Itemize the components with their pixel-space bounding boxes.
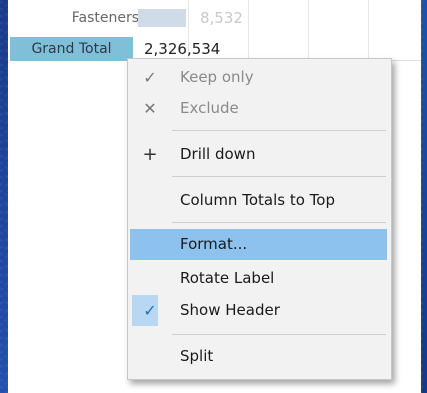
menu-item-split[interactable]: Split [130, 341, 387, 372]
menu-item-rotate-label[interactable]: Rotate Label [130, 263, 387, 294]
menu-item-drill-down[interactable]: + Drill down [130, 139, 387, 170]
context-menu: ✓ Keep only ✕ Exclude + Drill down Colum… [127, 58, 392, 380]
menu-item-column-totals-to-top[interactable]: Column Totals to Top [130, 185, 387, 216]
menu-separator [172, 334, 386, 335]
menu-item-keep-only[interactable]: ✓ Keep only [130, 62, 387, 93]
menu-item-label: Show Header [180, 301, 280, 319]
row-value-fasteners: 8,532 [200, 9, 243, 27]
menu-separator [172, 176, 386, 177]
menu-item-exclude[interactable]: ✕ Exclude [130, 93, 387, 124]
menu-item-label: Format... [180, 235, 248, 253]
table-row-fasteners: Fasteners 8,532 [8, 6, 421, 30]
menu-item-label: Keep only [180, 68, 254, 86]
table-row-grand-total: Grand Total 2,326,534 [8, 36, 421, 61]
value-bar[interactable] [138, 9, 186, 27]
menu-item-label: Column Totals to Top [180, 191, 335, 209]
menu-item-label: Drill down [180, 145, 256, 163]
check-icon: ✓ [143, 68, 157, 87]
menu-item-format[interactable]: Format... [130, 229, 387, 260]
row-label-fasteners[interactable]: Fasteners [72, 6, 139, 30]
row-label-grand-total[interactable]: Grand Total [10, 37, 133, 61]
menu-item-show-header[interactable]: ✓ Show Header [130, 295, 387, 326]
menu-item-label: Rotate Label [180, 269, 275, 287]
check-icon: ✓ [143, 301, 157, 320]
menu-item-label: Split [180, 347, 214, 365]
x-icon: ✕ [143, 99, 157, 118]
menu-separator [172, 130, 386, 131]
menu-item-label: Exclude [180, 99, 239, 117]
menu-separator [172, 222, 386, 223]
plus-icon: + [142, 144, 158, 165]
